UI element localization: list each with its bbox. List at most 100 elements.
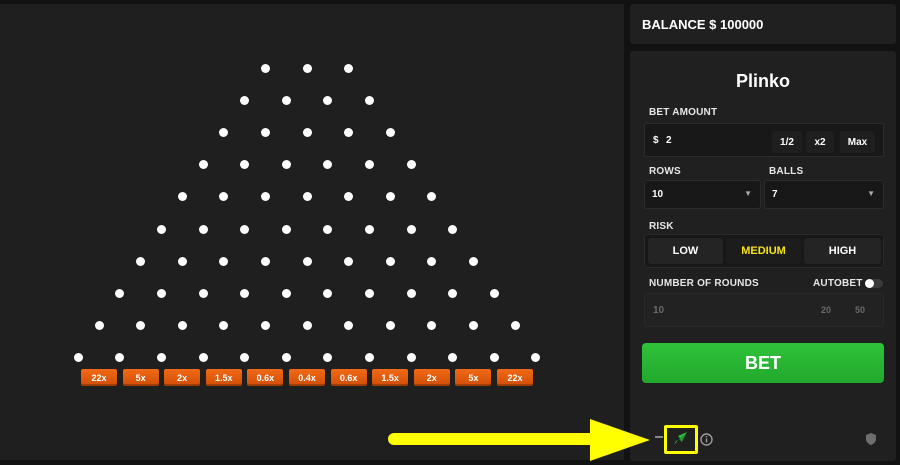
peg [177,321,187,331]
peg [323,353,333,363]
multiplier-slot: 1.5x [372,369,409,386]
balls-select[interactable]: 7 ▼ [764,180,884,209]
peg [240,353,250,363]
plinko-app: 22x 5x 2x 1.5x 0.6x 0.4x 0.6x 1.5x 2x 5x 22x BALAN… [0,0,900,465]
peg [427,256,437,266]
risk-selector: LOW MEDIUM HIGH [644,234,884,268]
peg [240,160,250,170]
peg [344,256,354,266]
multiplier-slot: 5x [122,369,159,386]
info-icon[interactable] [700,433,713,446]
bet-amount-field[interactable]: $ 2 1/2 x2 Max [644,123,884,157]
autobet-toggle[interactable] [865,279,883,288]
peg [260,256,270,266]
peg [468,256,478,266]
plinko-board: 22x 5x 2x 1.5x 0.6x 0.4x 0.6x 1.5x 2x 5x 22x [0,4,624,460]
peg [177,192,187,202]
risk-label: RISK [649,221,674,232]
rocket-icon[interactable] [671,431,689,447]
peg [281,353,291,363]
peg [219,321,229,331]
peg [406,288,416,298]
peg [364,224,374,234]
collapse-icon[interactable] [655,436,663,438]
bet-button[interactable]: BET [642,343,884,383]
shield-icon[interactable] [865,432,877,446]
peg [240,224,250,234]
chevron-down-icon: ▼ [867,189,875,198]
peg [115,288,125,298]
peg [364,95,374,105]
peg [219,256,229,266]
peg [136,321,146,331]
half-bet-button[interactable]: 1/2 [772,131,802,153]
autobet-label: AUTOBET [813,278,863,289]
rounds-option-50[interactable]: 50 [855,305,865,315]
peg [281,160,291,170]
peg [136,256,146,266]
rows-label: ROWS [649,166,681,177]
peg [448,224,458,234]
bet-amount-label: BET AMOUNT [649,107,718,118]
peg [344,321,354,331]
peg [448,353,458,363]
peg [115,353,125,363]
rows-value: 10 [652,189,664,200]
peg [156,224,166,234]
peg [468,321,478,331]
peg [219,127,229,137]
rounds-option-20[interactable]: 20 [821,305,831,315]
double-bet-button[interactable]: x2 [806,131,834,153]
peg [344,63,354,73]
peg [94,321,104,331]
rows-select[interactable]: 10 ▼ [644,180,761,209]
multiplier-slot: 22x [497,369,533,386]
peg [156,288,166,298]
peg [302,63,312,73]
risk-medium-button[interactable]: MEDIUM [726,238,801,264]
peg [323,224,333,234]
risk-low-button[interactable]: LOW [648,238,723,264]
multiplier-slot: 0.6x [330,369,367,386]
peg [281,95,291,105]
chevron-down-icon: ▼ [744,189,752,198]
peg [406,353,416,363]
peg [240,288,250,298]
multiplier-slot: 2x [164,369,201,386]
peg [489,288,499,298]
peg [364,160,374,170]
annotation-arrow-head [590,419,650,461]
peg [177,256,187,266]
peg [323,288,333,298]
peg [323,160,333,170]
balls-value: 7 [772,189,778,200]
annotation-arrow-shaft [388,433,608,445]
peg [406,160,416,170]
peg [448,288,458,298]
rounds-field[interactable]: 10 20 50 [644,293,884,327]
peg [198,353,208,363]
peg [385,127,395,137]
multiplier-slot: 0.4x [289,369,325,386]
peg [281,288,291,298]
peg [364,353,374,363]
peg [385,192,395,202]
peg [260,63,270,73]
multiplier-slot: 5x [455,369,492,386]
peg [427,192,437,202]
peg [302,127,312,137]
peg [385,256,395,266]
balls-label: BALLS [769,166,804,177]
peg [198,160,208,170]
risk-high-button[interactable]: HIGH [804,238,881,264]
balance-display: BALANCE $ 100000 [630,4,896,44]
max-bet-button[interactable]: Max [840,131,875,153]
game-title: Plinko [735,71,790,91]
peg [260,127,270,137]
peg [489,353,499,363]
peg [510,321,520,331]
peg [302,256,312,266]
peg [302,192,312,202]
peg [323,95,333,105]
rounds-label: NUMBER OF ROUNDS [649,278,759,289]
